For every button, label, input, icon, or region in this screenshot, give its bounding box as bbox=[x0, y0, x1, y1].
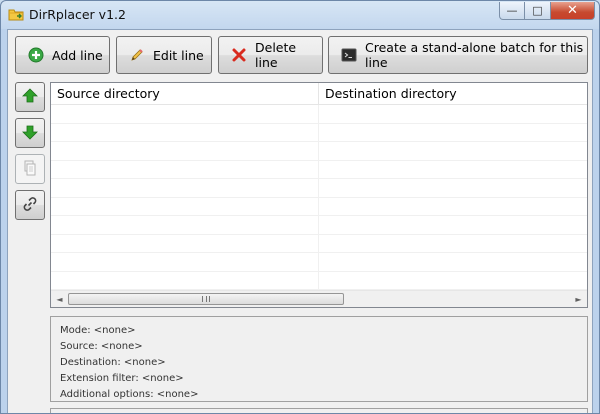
minimize-button[interactable]: — bbox=[499, 2, 525, 20]
column-header-destination[interactable]: Destination directory bbox=[319, 83, 587, 105]
delete-line-button[interactable]: Delete line bbox=[218, 36, 323, 74]
list-row bbox=[51, 216, 587, 235]
list-row bbox=[51, 142, 587, 161]
details-panel: Mode: <none> Source: <none> Destination:… bbox=[50, 316, 588, 402]
edit-line-label: Edit line bbox=[153, 47, 204, 63]
client-area: Add line Edit line Delete line Create a … bbox=[7, 29, 593, 413]
list-row bbox=[51, 179, 587, 198]
list-row bbox=[51, 197, 587, 216]
add-line-label: Add line bbox=[52, 47, 103, 63]
copy-icon bbox=[22, 160, 38, 179]
delete-line-label: Delete line bbox=[255, 40, 297, 70]
scroll-right-arrow-icon[interactable]: ► bbox=[570, 291, 587, 307]
window-controls: — □ ✕ bbox=[499, 2, 595, 21]
scroll-left-arrow-icon[interactable]: ◄ bbox=[51, 291, 68, 307]
bottom-panel bbox=[50, 408, 588, 413]
list-row bbox=[51, 105, 587, 124]
close-icon: ✕ bbox=[567, 3, 578, 18]
list-row bbox=[51, 123, 587, 142]
app-window: DirRplacer v1.2 — □ ✕ Add line Edit line… bbox=[0, 0, 600, 414]
column-header-source[interactable]: Source directory bbox=[51, 83, 319, 105]
minimize-icon: — bbox=[506, 4, 518, 17]
extension-filter-text: Extension filter: <none> bbox=[60, 373, 184, 384]
create-batch-label: Create a stand-alone batch for this line bbox=[365, 40, 584, 70]
close-button[interactable]: ✕ bbox=[551, 2, 595, 20]
folder-icon bbox=[8, 7, 24, 21]
link-icon bbox=[22, 196, 38, 215]
add-icon bbox=[28, 47, 44, 63]
add-line-button[interactable]: Add line bbox=[15, 36, 110, 74]
maximize-icon: □ bbox=[532, 4, 543, 17]
move-down-button[interactable] bbox=[15, 118, 45, 148]
list-body[interactable] bbox=[51, 105, 587, 291]
create-batch-button[interactable]: Create a stand-alone batch for this line bbox=[328, 36, 588, 74]
grip-icon bbox=[202, 296, 210, 302]
list-header: Source directory Destination directory bbox=[51, 83, 587, 105]
directory-list[interactable]: Source directory Destination directory ◄ bbox=[50, 82, 588, 308]
list-row bbox=[51, 234, 587, 253]
maximize-button[interactable]: □ bbox=[525, 2, 551, 20]
link-button[interactable] bbox=[15, 190, 45, 220]
pencil-icon bbox=[129, 47, 145, 63]
arrow-down-icon bbox=[22, 124, 38, 143]
edit-line-button[interactable]: Edit line bbox=[116, 36, 212, 74]
list-row bbox=[51, 160, 587, 179]
destination-text: Destination: <none> bbox=[60, 357, 166, 368]
window-title: DirRplacer v1.2 bbox=[29, 7, 126, 22]
source-text: Source: <none> bbox=[60, 341, 143, 352]
title-bar[interactable]: DirRplacer v1.2 — □ ✕ bbox=[1, 1, 599, 29]
move-up-button[interactable] bbox=[15, 82, 45, 112]
copy-button[interactable] bbox=[15, 154, 45, 184]
arrow-up-icon bbox=[22, 87, 38, 107]
scrollbar-thumb[interactable] bbox=[68, 293, 344, 305]
console-icon bbox=[341, 47, 357, 63]
additional-options-text: Additional options: <none> bbox=[60, 389, 199, 400]
list-row bbox=[51, 253, 587, 272]
list-row bbox=[51, 271, 587, 290]
delete-x-icon bbox=[231, 47, 247, 63]
mode-text: Mode: <none> bbox=[60, 325, 136, 336]
horizontal-scrollbar[interactable]: ◄ ► bbox=[51, 290, 587, 307]
